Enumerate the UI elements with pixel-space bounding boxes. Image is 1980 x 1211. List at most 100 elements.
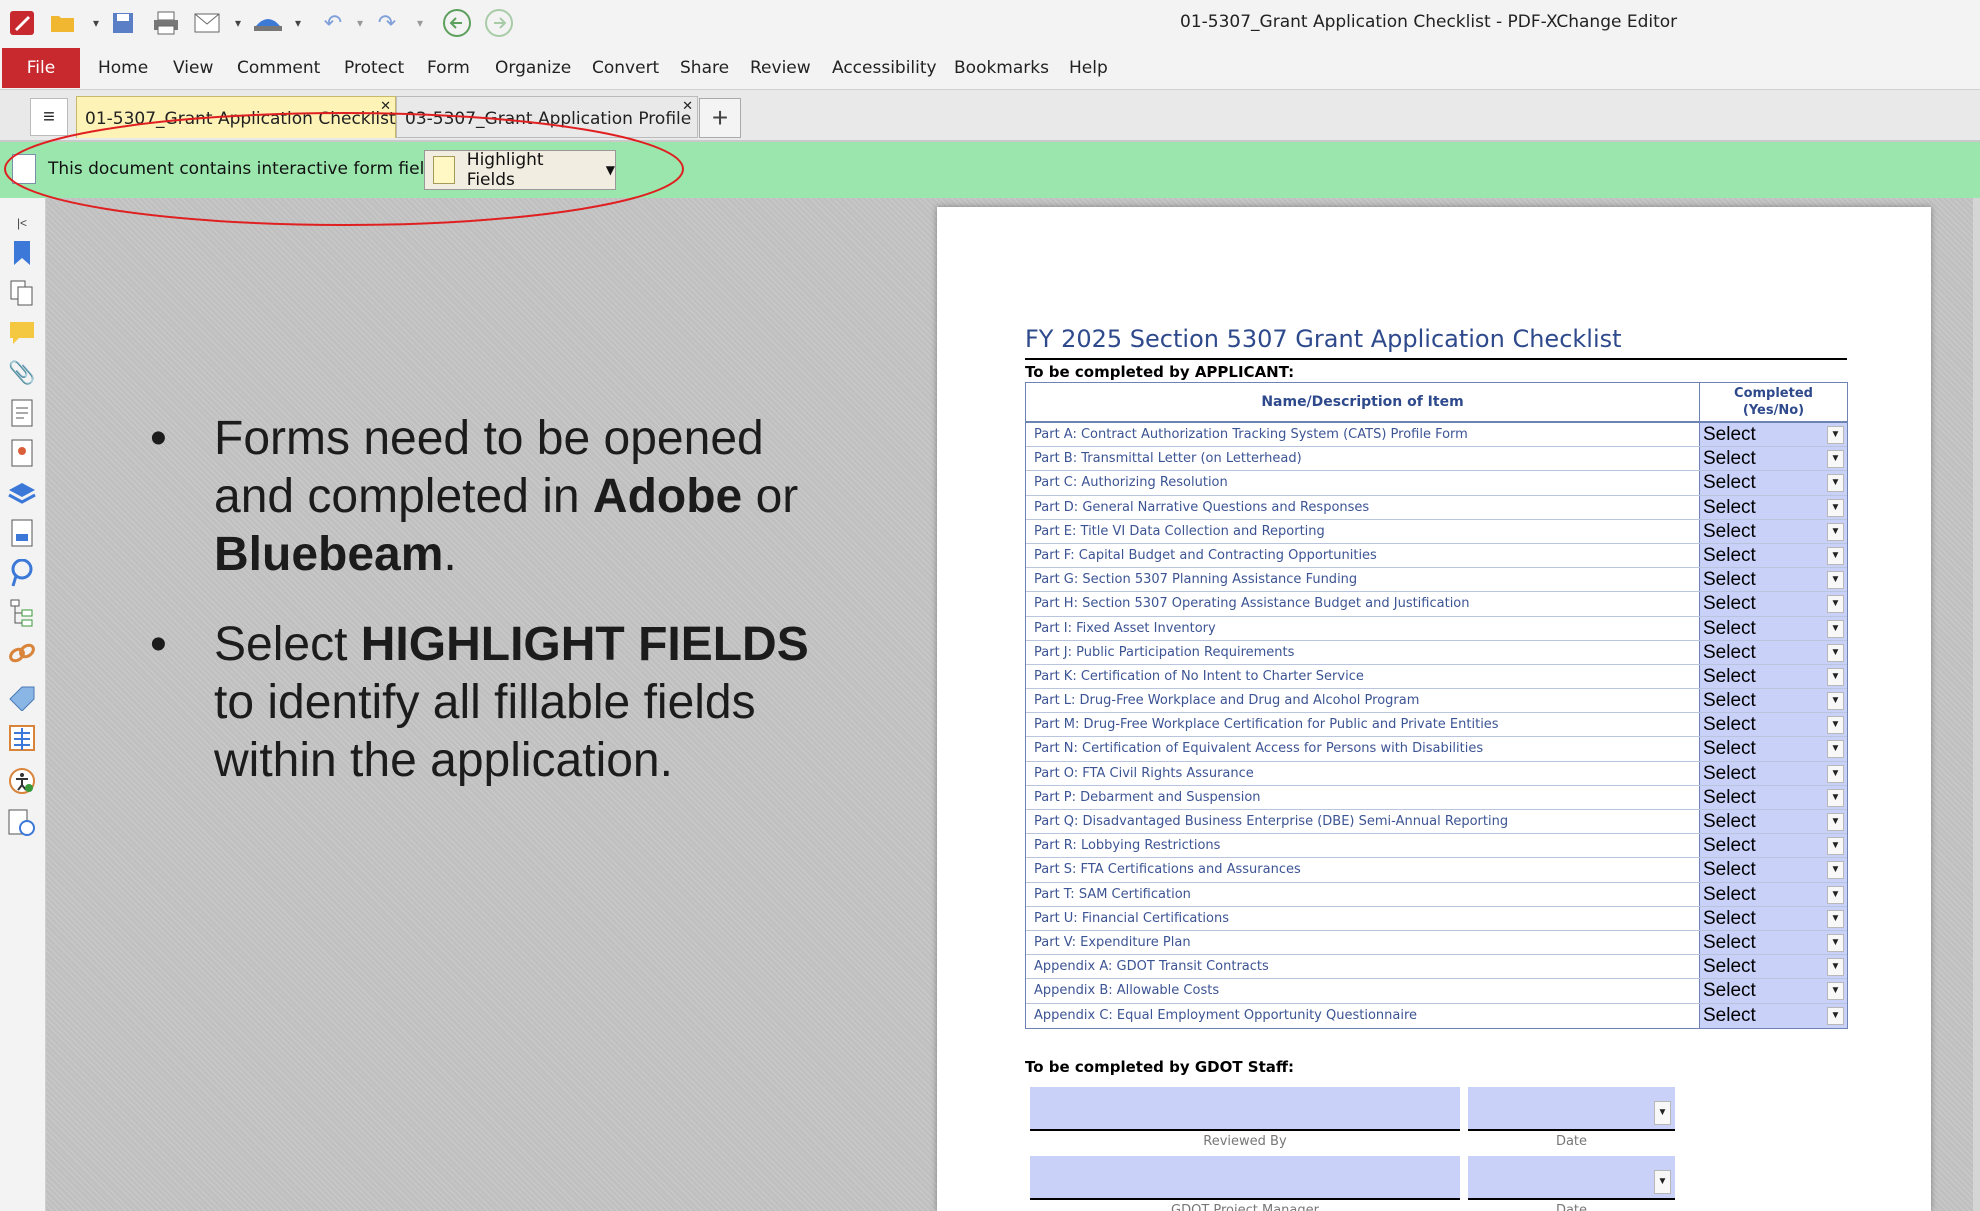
dropdown-arrow-icon[interactable]: ▼ (1827, 692, 1844, 711)
completed-select-field[interactable]: Select ▼ (1700, 616, 1847, 640)
menu-item-form[interactable]: Form (427, 58, 470, 78)
tag-icon[interactable] (8, 683, 36, 713)
forward-icon[interactable] (482, 8, 516, 38)
chevron-down-icon[interactable]: ▾ (232, 8, 244, 38)
reviewed-by-field[interactable] (1030, 1087, 1460, 1131)
dropdown-arrow-icon[interactable]: ▼ (1827, 837, 1844, 856)
completed-select-field[interactable]: Select ▼ (1700, 858, 1847, 882)
tab-profile[interactable]: 03-5307_Grant Application Profile ✕ (396, 96, 698, 138)
dropdown-arrow-icon[interactable]: ▼ (1654, 1170, 1671, 1194)
email-icon[interactable] (192, 8, 222, 38)
dropdown-arrow-icon[interactable]: ▼ (1827, 813, 1844, 831)
undo-icon[interactable]: ↶ (318, 8, 348, 38)
dropdown-arrow-icon[interactable]: ▼ (1827, 474, 1844, 493)
completed-select-field[interactable]: Select ▼ (1700, 519, 1847, 543)
redo-icon[interactable]: ↷ (372, 8, 402, 38)
menu-item-share[interactable]: Share (680, 58, 729, 78)
attachment-icon[interactable]: 📎 (8, 358, 36, 388)
dropdown-arrow-icon[interactable]: ▼ (1827, 667, 1844, 686)
chevron-down-icon[interactable]: ▾ (354, 8, 366, 38)
dropdown-arrow-icon[interactable]: ▼ (1827, 619, 1844, 638)
chevron-down-icon[interactable]: ▾ (414, 8, 426, 38)
dropdown-arrow-icon[interactable]: ▼ (1827, 716, 1844, 735)
open-folder-icon[interactable] (48, 8, 78, 38)
document-properties-icon[interactable] (8, 398, 36, 428)
menu-item-home[interactable]: Home (98, 58, 148, 78)
destinations-icon[interactable] (8, 558, 36, 588)
completed-select-field[interactable]: Select ▼ (1700, 713, 1847, 737)
new-tab-button[interactable]: + (699, 98, 741, 138)
signature-icon[interactable] (8, 438, 36, 468)
dropdown-arrow-icon[interactable]: ▼ (1827, 522, 1844, 541)
completed-select-field[interactable]: Select ▼ (1700, 592, 1847, 616)
content-icon[interactable] (8, 723, 36, 753)
completed-select-field[interactable]: Select ▼ (1700, 955, 1847, 979)
completed-select-field[interactable]: Select ▼ (1700, 423, 1847, 447)
menu-item-bookmarks[interactable]: Bookmarks (954, 58, 1049, 78)
completed-select-field[interactable]: Select ▼ (1700, 737, 1847, 761)
menu-item-protect[interactable]: Protect (344, 58, 404, 78)
save-icon[interactable] (108, 8, 138, 38)
back-icon[interactable] (440, 8, 474, 38)
dropdown-arrow-icon[interactable]: ▼ (1827, 546, 1844, 565)
dropdown-arrow-icon[interactable]: ▼ (1827, 788, 1844, 807)
completed-select-field[interactable]: Select ▼ (1700, 761, 1847, 785)
accessibility-icon[interactable] (8, 766, 36, 796)
dropdown-arrow-icon[interactable]: ▼ (1827, 933, 1844, 952)
dropdown-arrow-icon[interactable]: ▼ (1827, 595, 1844, 614)
print-icon[interactable] (150, 8, 182, 38)
completed-select-field[interactable]: Select ▼ (1700, 1003, 1847, 1028)
chevron-down-icon[interactable]: ▼ (606, 163, 615, 177)
menu-item-convert[interactable]: Convert (592, 58, 659, 78)
dropdown-arrow-icon[interactable]: ▼ (1827, 861, 1844, 880)
review-date-field[interactable]: ▼ (1468, 1087, 1675, 1131)
chevron-down-icon[interactable]: ▾ (292, 8, 304, 38)
dropdown-arrow-icon[interactable]: ▼ (1827, 571, 1844, 590)
reading-order-icon[interactable] (8, 808, 36, 838)
file-menu-button[interactable]: File (2, 48, 80, 88)
completed-select-field[interactable]: Select ▼ (1700, 979, 1847, 1003)
completed-select-field[interactable]: Select ▼ (1700, 834, 1847, 858)
dropdown-arrow-icon[interactable]: ▼ (1827, 643, 1844, 662)
dropdown-arrow-icon[interactable]: ▼ (1827, 982, 1844, 1001)
menu-item-organize[interactable]: Organize (495, 58, 571, 78)
completed-select-field[interactable]: Select ▼ (1700, 664, 1847, 689)
menu-item-review[interactable]: Review (750, 58, 811, 78)
chevron-down-icon[interactable]: ▾ (90, 8, 102, 38)
dropdown-arrow-icon[interactable]: ▼ (1654, 1101, 1671, 1125)
comments-icon[interactable] (8, 318, 36, 348)
dropdown-arrow-icon[interactable]: ▼ (1827, 498, 1844, 517)
completed-select-field[interactable]: Select ▼ (1700, 785, 1847, 809)
menu-item-help[interactable]: Help (1069, 58, 1108, 78)
dropdown-arrow-icon[interactable]: ▼ (1827, 958, 1844, 977)
form-fields-icon[interactable] (8, 518, 36, 548)
layers-icon[interactable] (8, 478, 36, 508)
completed-select-field[interactable]: Select ▼ (1700, 471, 1847, 495)
menu-item-accessibility[interactable]: Accessibility (832, 58, 937, 78)
dropdown-arrow-icon[interactable]: ▼ (1827, 1006, 1844, 1025)
link-icon[interactable] (8, 638, 36, 668)
dropdown-arrow-icon[interactable]: ▼ (1827, 426, 1844, 444)
menu-item-view[interactable]: View (173, 58, 213, 78)
highlight-fields-button[interactable]: Highlight Fields ▼ (424, 150, 616, 190)
completed-select-field[interactable]: Select ▼ (1700, 810, 1847, 834)
structure-tree-icon[interactable] (8, 598, 36, 628)
close-icon[interactable]: ✕ (682, 99, 693, 114)
dropdown-arrow-icon[interactable]: ▼ (1827, 740, 1844, 759)
scan-icon[interactable] (250, 8, 286, 38)
completed-select-field[interactable]: Select ▼ (1700, 689, 1847, 713)
completed-select-field[interactable]: Select ▼ (1700, 882, 1847, 906)
vertical-scrollbar[interactable] (1973, 198, 1980, 1211)
collapse-panel-icon[interactable]: |< (8, 208, 36, 238)
hamburger-menu-icon[interactable]: ≡ (30, 98, 68, 136)
completed-select-field[interactable]: Select ▼ (1700, 568, 1847, 592)
close-icon[interactable]: ✕ (380, 99, 391, 114)
completed-select-field[interactable]: Select ▼ (1700, 640, 1847, 664)
pages-icon[interactable] (8, 278, 36, 308)
dropdown-arrow-icon[interactable]: ▼ (1827, 909, 1844, 928)
completed-select-field[interactable]: Select ▼ (1700, 543, 1847, 568)
tab-checklist[interactable]: 01-5307_Grant Application Checklist ✕ (76, 96, 396, 138)
completed-select-field[interactable]: Select ▼ (1700, 930, 1847, 955)
menu-item-comment[interactable]: Comment (237, 58, 320, 78)
dropdown-arrow-icon[interactable]: ▼ (1827, 450, 1844, 469)
